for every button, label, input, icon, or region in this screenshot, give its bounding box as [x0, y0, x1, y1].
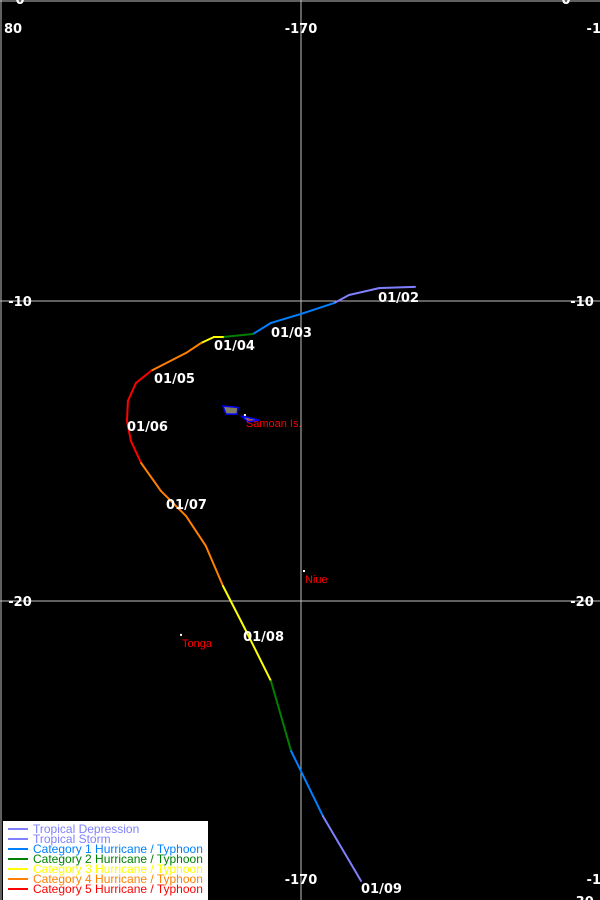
- track-segment: [129, 440, 143, 464]
- date-label: 01/07: [166, 498, 207, 513]
- legend-label: Category 5 Hurricane / Typhoon: [33, 882, 203, 896]
- date-label: 01/03: [271, 326, 312, 341]
- place-label: Niue: [305, 574, 328, 586]
- place-dot: [243, 414, 246, 416]
- longitude-label: -1: [587, 22, 600, 37]
- track-segment: [222, 585, 248, 632]
- longitude-label: -1: [587, 873, 600, 888]
- track-segment: [126, 399, 129, 422]
- track-segment: [204, 545, 224, 587]
- latitude-label: -10: [8, 295, 32, 310]
- place-label: Samoan Is.: [246, 418, 302, 430]
- track-segment: [222, 333, 254, 338]
- track-segment: [270, 680, 293, 752]
- track-segment: [333, 294, 350, 305]
- latitude-label: -20: [8, 595, 32, 610]
- date-label: 01/02: [378, 291, 419, 306]
- track-segment: [378, 285, 416, 290]
- storm-track-map: Samoan Is. Niue Tonga 01/02 01/03 01/04 01/05…: [0, 0, 600, 900]
- legend: Tropical DepressionTropical StormCategor…: [3, 821, 208, 900]
- date-label: 01/09: [361, 882, 402, 897]
- graticule: [0, 0, 600, 900]
- track-segment: [290, 750, 324, 818]
- track-segment: [321, 815, 362, 882]
- track-segment: [252, 321, 272, 335]
- longitude-label: -170: [285, 22, 318, 37]
- place-dot: [180, 633, 182, 636]
- longitude-label: -170: [285, 873, 318, 888]
- date-label: 01/04: [214, 339, 255, 354]
- latitude-label: -10: [570, 295, 594, 310]
- track-segment: [140, 462, 162, 492]
- place-dot: [303, 570, 305, 572]
- place-label: Tonga: [182, 638, 213, 650]
- latitude-label: -20: [570, 595, 594, 610]
- date-label: 01/06: [127, 420, 168, 435]
- track-segment: [185, 515, 207, 548]
- longitude-label: 80: [4, 22, 22, 37]
- track-segment: [126, 381, 137, 402]
- island-shape: [221, 405, 239, 415]
- track-segment: [270, 312, 302, 324]
- track-segment: [348, 287, 380, 296]
- track-segment: [300, 302, 335, 315]
- date-label: 01/05: [154, 372, 195, 387]
- track-segment: [200, 336, 215, 344]
- latitude-label: -30: [570, 895, 594, 900]
- axis-labels: 80-170-1-170-100-10-20-10-20-30: [4, 0, 600, 900]
- track-segment: [135, 369, 152, 384]
- latitude-label: 0: [561, 0, 570, 8]
- date-label: 01/08: [243, 630, 284, 645]
- date-labels: 01/02 01/03 01/04 01/05 01/06 01/07 01/08 01/09: [127, 291, 419, 897]
- latitude-label: 0: [15, 0, 24, 8]
- place-markers: Samoan Is. Niue Tonga: [180, 414, 328, 650]
- track-segment: [150, 351, 188, 372]
- track-segment: [185, 342, 203, 354]
